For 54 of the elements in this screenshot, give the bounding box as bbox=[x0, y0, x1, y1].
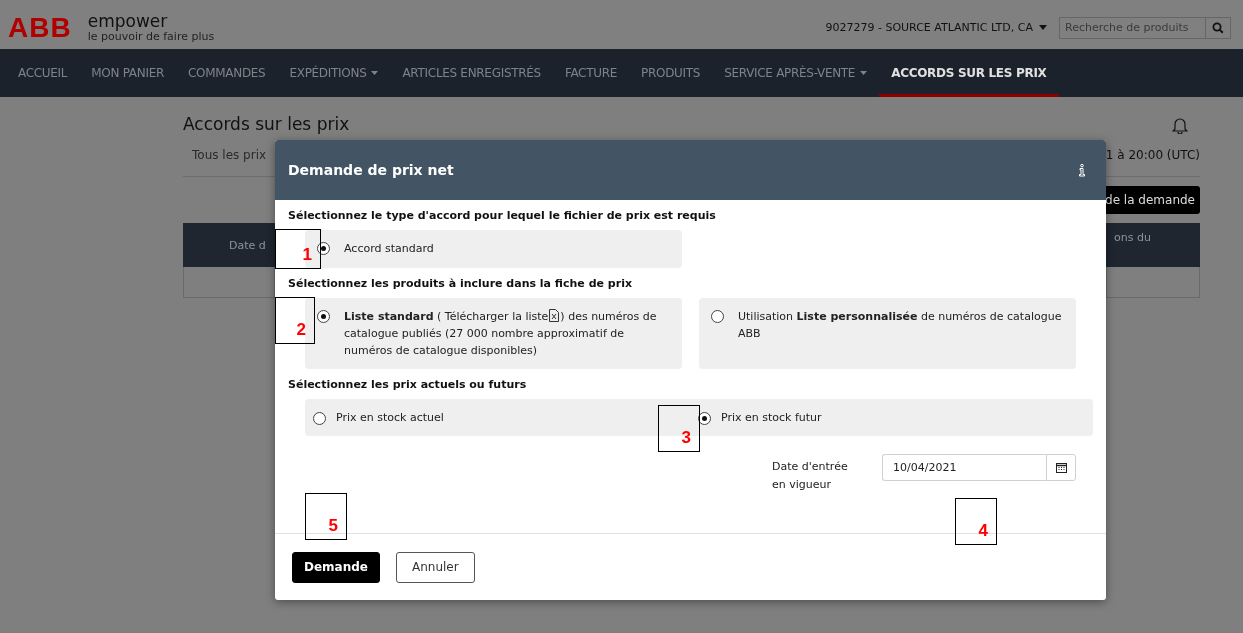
dialog-title: Demande de prix net bbox=[288, 162, 454, 178]
date-field[interactable]: 10/04/2021 bbox=[882, 454, 1046, 482]
nav-tab[interactable]: ACCORDS SUR LES PRIX bbox=[879, 49, 1059, 97]
nav-tab[interactable]: SERVICE APRÈS-VENTE bbox=[712, 49, 880, 97]
callout-number: 1 bbox=[275, 229, 321, 269]
nav-tab[interactable]: COMMANDES bbox=[175, 49, 278, 97]
search-button[interactable] bbox=[1205, 16, 1231, 39]
option-label: Prix en stock futur bbox=[721, 410, 822, 427]
brand-name: empower bbox=[87, 12, 169, 30]
section-label: Sélectionnez les produits à inclure dans la fiche de prix bbox=[288, 277, 633, 290]
callout-number: 3 bbox=[658, 405, 700, 452]
nav-tab[interactable]: FACTURE bbox=[552, 49, 629, 97]
radio-button[interactable] bbox=[698, 412, 711, 426]
radio-button[interactable] bbox=[317, 310, 330, 323]
download-link[interactable]: Télécharger la liste bbox=[444, 310, 561, 323]
account-selector[interactable]: 9027279 - SOURCE ATLANTIC LTD, CA bbox=[825, 21, 1047, 34]
date-text: 1 à 20:00 (UTC) bbox=[1105, 148, 1200, 162]
section-label: Sélectionnez le type d'accord pour lequel le fichier de prix est requis bbox=[288, 209, 717, 222]
nav-tab[interactable]: PRODUITS bbox=[629, 49, 713, 97]
caret-icon bbox=[1039, 25, 1047, 30]
radio-button[interactable] bbox=[317, 242, 330, 255]
calendar-button[interactable] bbox=[1046, 454, 1076, 482]
callout-number: 2 bbox=[275, 297, 315, 344]
tab[interactable]: Tous les prix bbox=[183, 148, 267, 162]
search-field[interactable]: Recherche de produits bbox=[1059, 16, 1205, 39]
option-label: Accord standard bbox=[344, 241, 434, 257]
caret-icon bbox=[860, 71, 868, 75]
callout-number: 5 bbox=[305, 493, 347, 540]
section-label: Sélectionnez les prix actuels ou futurs bbox=[288, 378, 528, 392]
calendar-icon bbox=[1055, 462, 1067, 474]
nav-tab[interactable]: MON PANIER bbox=[79, 49, 176, 97]
search-icon bbox=[1212, 21, 1224, 34]
caret-icon bbox=[371, 71, 379, 75]
spreadsheet-file-icon[interactable] bbox=[549, 309, 560, 322]
column-header: ons du bbox=[1113, 231, 1151, 244]
nav-tab[interactable]: ARTICLES ENREGISTRÉS bbox=[390, 49, 553, 97]
tagline: le pouvoir de faire plus bbox=[87, 29, 215, 43]
bell-icon[interactable] bbox=[1172, 116, 1188, 134]
option-label: Utilisation Liste personnalisée de numéros de catalogue ABB bbox=[738, 309, 1063, 343]
cancel-button[interactable]: Annuler bbox=[396, 551, 475, 583]
nav-tab[interactable]: EXPÉDITIONS bbox=[277, 49, 391, 97]
radio-button[interactable] bbox=[313, 412, 326, 426]
info-icon[interactable] bbox=[1078, 163, 1086, 177]
option-card[interactable]: Liste standard ( Télécharger la liste ) des numéros de catalogue publiés (27 000 nombre approximatif de numéros de catalogue disponibles) bbox=[305, 298, 682, 370]
page-title: Accords sur les prix bbox=[183, 115, 350, 134]
radio-button[interactable] bbox=[711, 310, 724, 323]
request-button[interactable]: Demande bbox=[292, 551, 380, 583]
nav-tab[interactable]: ACCUEIL bbox=[6, 49, 80, 97]
option-label: Prix en stock actuel bbox=[336, 410, 444, 427]
field-label: Date d'entrée en vigueur bbox=[772, 459, 849, 493]
column-header: Date d bbox=[228, 238, 266, 252]
option-label: Liste standard ( Télécharger la liste ) des numéros de catalogue publiés (27 000 nombre approximatif de numéros de catalogue disponibles) bbox=[344, 308, 658, 360]
option-card[interactable]: Utilisation Liste personnalisée de numéros de catalogue ABB bbox=[699, 298, 1076, 370]
callout-number: 4 bbox=[955, 498, 997, 545]
